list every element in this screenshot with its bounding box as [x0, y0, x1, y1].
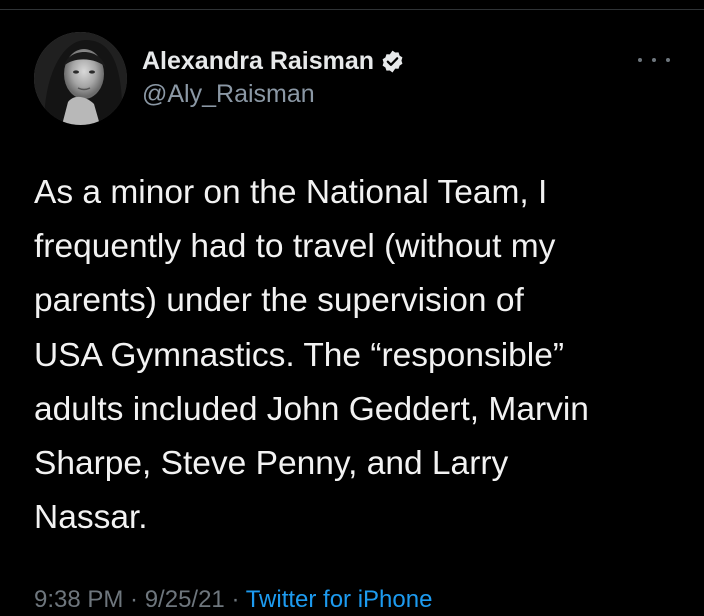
- tweet-source-link[interactable]: Twitter for iPhone: [246, 586, 433, 613]
- tweet-text-line: Nassar.: [34, 499, 148, 537]
- profile-photo-avatar-icon: [34, 32, 127, 125]
- tweet-text-line: adults included John Geddert, Marvin: [34, 390, 589, 428]
- top-divider: [0, 9, 704, 10]
- author-handle[interactable]: @Aly_Raisman: [142, 80, 315, 109]
- tweet-text-line: parents) under the supervision of: [34, 282, 524, 320]
- tweet-text-line: Sharpe, Steve Penny, and Larry: [34, 445, 509, 483]
- tweet-timestamp[interactable]: 9:38 PM · 9/25/21 ·: [34, 586, 246, 613]
- more-options-button[interactable]: [638, 50, 670, 70]
- avatar[interactable]: [34, 32, 127, 125]
- tweet-text: As a minor on the National Team, I frequ…: [34, 166, 684, 545]
- tweet-text-line: frequently had to travel (without my: [34, 228, 556, 266]
- author-name-row[interactable]: Alexandra Raisman: [142, 44, 405, 78]
- tweet-meta: 9:38 PM · 9/25/21 · Twitter for iPhone: [34, 586, 432, 616]
- ellipsis-icon: [652, 58, 656, 62]
- ellipsis-icon: [638, 58, 642, 62]
- verified-badge-icon: [382, 50, 403, 72]
- tweet-text-line: USA Gymnastics. The “responsible”: [34, 336, 564, 374]
- ellipsis-icon: [666, 58, 670, 62]
- tweet-text-line: As a minor on the National Team, I: [34, 174, 548, 211]
- author-display-name[interactable]: Alexandra Raisman: [142, 47, 374, 76]
